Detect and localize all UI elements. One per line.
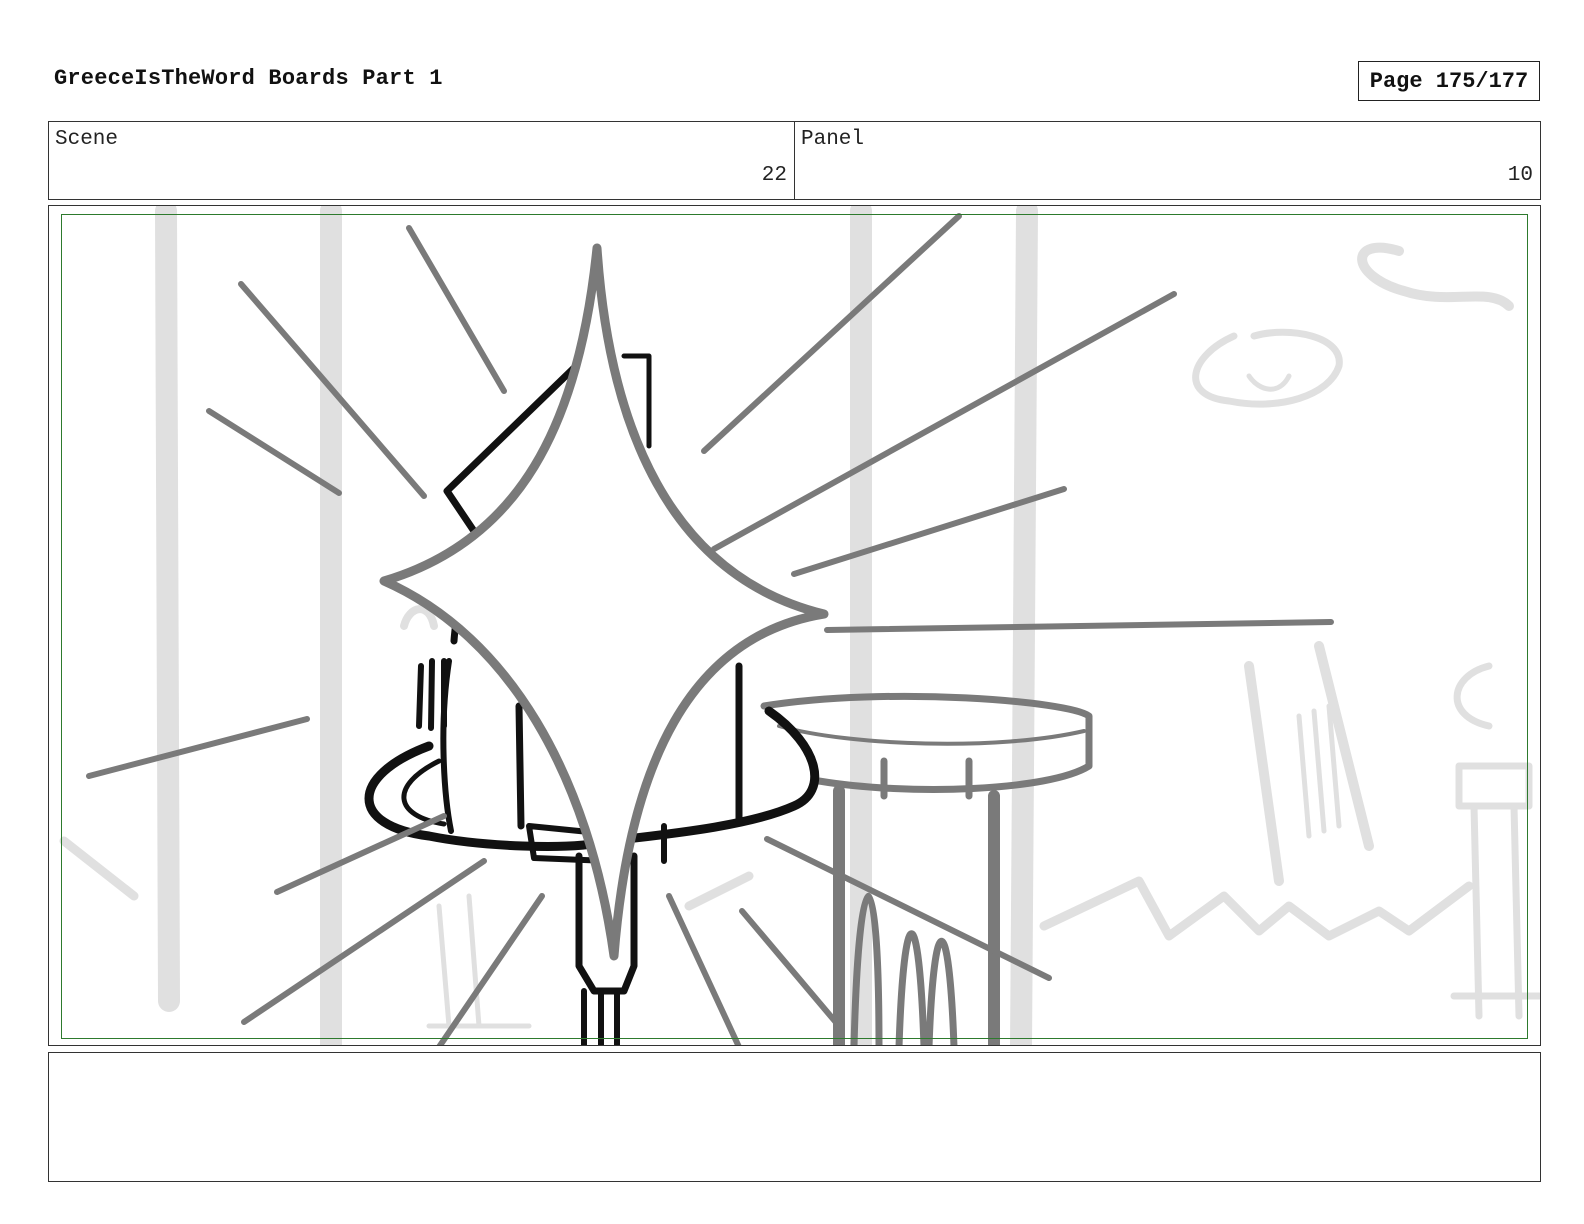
character-fingers	[416, 658, 447, 731]
bg-column-line	[155, 206, 180, 1012]
scene-panel-bar: Scene 22 Panel 10	[48, 121, 1541, 200]
bg-broken-column	[1296, 703, 1342, 839]
glint-ray	[86, 716, 310, 779]
page-indicator: Page 175/177	[1358, 61, 1540, 101]
panel-label: Panel	[801, 128, 865, 151]
bg-crown-sketch	[1357, 242, 1514, 311]
panel-cell: Panel 10	[794, 122, 1540, 199]
scene-label: Scene	[55, 128, 119, 151]
sparkle-star	[379, 243, 829, 961]
bg-cloud-sketch	[1192, 328, 1343, 408]
storyboard-frame	[48, 205, 1541, 1046]
scene-cell: Scene 22	[49, 122, 794, 199]
bg-cloud-sketch	[1246, 373, 1292, 392]
glint-ray	[701, 213, 962, 454]
bg-zigzag-ground	[1039, 876, 1474, 941]
bg-pedestal-sketch	[1453, 662, 1493, 730]
bg-broken-column	[1244, 661, 1284, 886]
character-feet	[581, 988, 620, 1045]
glint-ray	[666, 893, 742, 1045]
glint-ray	[824, 619, 1334, 633]
notes-box[interactable]	[48, 1052, 1541, 1182]
table-edge	[777, 724, 1086, 746]
bg-broken-column	[1314, 641, 1374, 851]
glint-ray	[739, 908, 842, 1029]
scene-number: 22	[761, 164, 787, 187]
bg-crown-sketch	[400, 605, 438, 630]
glint-ray	[206, 408, 342, 496]
storyboard-drawing	[59, 206, 1540, 1045]
document-title: GreeceIsTheWord Boards Part 1	[54, 66, 443, 91]
character-hand	[440, 658, 454, 834]
glint-ray	[711, 291, 1177, 552]
bg-column-base-sketch	[426, 893, 532, 1029]
character-ruff-inner	[401, 758, 447, 827]
glint-ray	[406, 225, 507, 394]
panel-number: 10	[1507, 164, 1533, 187]
glint-ray	[274, 813, 447, 895]
